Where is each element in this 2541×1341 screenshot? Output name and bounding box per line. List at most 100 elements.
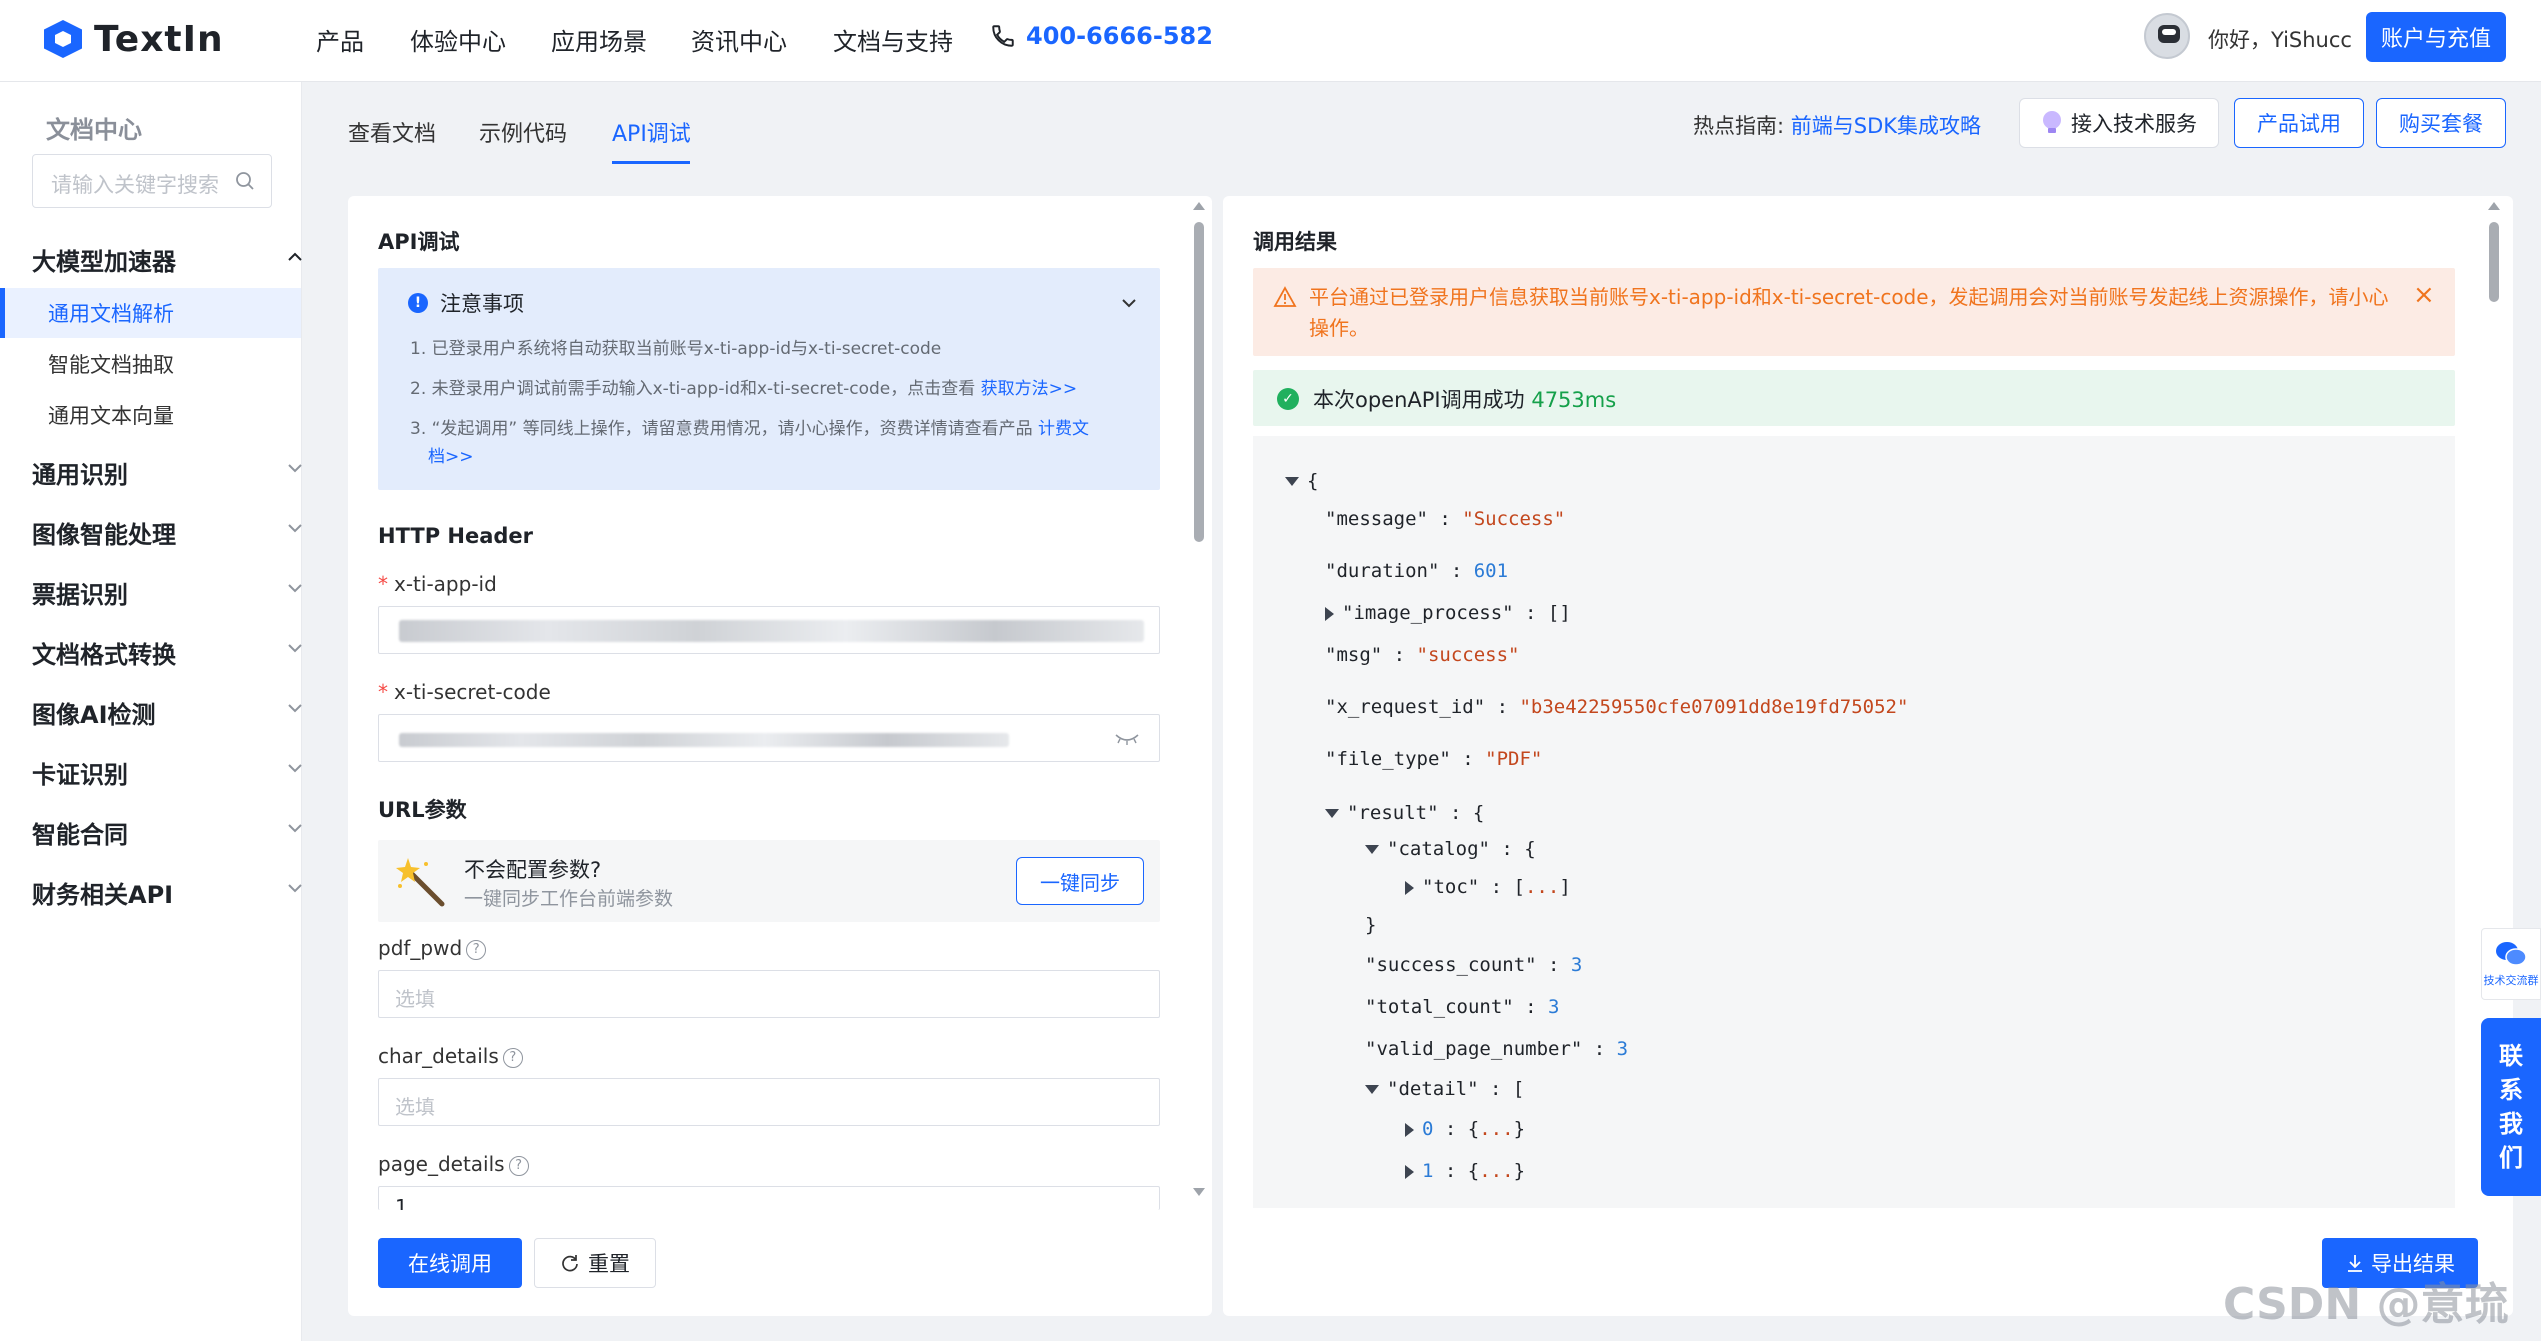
nav-experience[interactable]: 体验中心 bbox=[410, 22, 506, 57]
sidebar-group-label: 卡证识别 bbox=[32, 761, 128, 789]
sidebar-item-doc-extract[interactable]: 智能文档抽取 bbox=[48, 349, 174, 379]
check-circle-icon: ✓ bbox=[1277, 388, 1299, 410]
tech-chat-label: 技术交流群 bbox=[2483, 974, 2539, 987]
nav-scenarios[interactable]: 应用场景 bbox=[551, 22, 647, 57]
json-toc[interactable]: "toc" : [...] bbox=[1405, 876, 1571, 898]
logo[interactable]: TextIn bbox=[44, 14, 224, 64]
sidebar-item-text-vector[interactable]: 通用文本向量 bbox=[48, 400, 174, 430]
sidebar-group-label: 图像AI检测 bbox=[32, 701, 156, 729]
json-detail-1[interactable]: 1 : {...} bbox=[1405, 1160, 1525, 1182]
buy-plan-button[interactable]: 购买套餐 bbox=[2376, 98, 2506, 148]
search-input[interactable]: 请输入关键字搜索 bbox=[32, 154, 272, 208]
sidebar-group-general-ocr[interactable]: 通用识别 bbox=[32, 455, 302, 490]
page-details-field[interactable]: 1 bbox=[378, 1186, 1160, 1210]
sync-subtitle: 一键同步工作台前端参数 bbox=[464, 888, 674, 910]
billing-doc-link[interactable]: 计费文 bbox=[1038, 419, 1089, 439]
nav-product[interactable]: 产品 bbox=[316, 22, 364, 57]
notice-header[interactable]: ! 注意事项 bbox=[408, 288, 524, 318]
recharge-button[interactable]: 账户与充值 bbox=[2366, 12, 2506, 62]
app-id-label-text: x-ti-app-id bbox=[394, 572, 497, 596]
json-valid-page-number: "valid_page_number" : 3 bbox=[1365, 1038, 1629, 1060]
sidebar-group-label: 财务相关API bbox=[32, 881, 174, 909]
json-detail[interactable]: "detail" : [ bbox=[1365, 1078, 1524, 1100]
char-details-label-text: char_details bbox=[378, 1044, 499, 1068]
chevron-down-icon bbox=[288, 644, 302, 653]
contact-char: 们 bbox=[2499, 1144, 2523, 1172]
sidebar-item-general-doc-parse[interactable]: 通用文档解析 bbox=[48, 298, 174, 328]
app-id-field[interactable] bbox=[378, 606, 1160, 654]
close-icon[interactable]: × bbox=[2413, 280, 2435, 310]
billing-doc-link-cont[interactable]: 档>> bbox=[428, 447, 474, 467]
json-root-open[interactable]: { bbox=[1285, 470, 1318, 492]
warning-icon bbox=[1273, 286, 1297, 307]
sidebar-group-label: 票据识别 bbox=[32, 581, 128, 609]
page-details-label: page_details? bbox=[378, 1152, 529, 1176]
nav-news[interactable]: 资讯中心 bbox=[691, 22, 787, 57]
lightbulb-icon bbox=[2043, 111, 2061, 133]
hot-guide-link[interactable]: 前端与SDK集成攻略 bbox=[1791, 114, 1981, 138]
left-scrollbar[interactable] bbox=[1193, 200, 1205, 1200]
chevron-down-icon bbox=[288, 824, 302, 833]
json-value: [...] bbox=[1513, 876, 1571, 898]
chevron-down-icon[interactable] bbox=[1120, 296, 1138, 310]
sidebar-group-label: 智能合同 bbox=[32, 821, 128, 849]
sidebar-group-label: 大模型加速器 bbox=[32, 248, 176, 276]
scroll-thumb[interactable] bbox=[2489, 222, 2499, 302]
sync-params-box: 不会配置参数? 一键同步工作台前端参数 一键同步 bbox=[378, 840, 1160, 922]
phone-link[interactable]: 400-6666-582 bbox=[990, 22, 1213, 50]
eye-closed-icon[interactable] bbox=[1113, 731, 1141, 747]
scroll-thumb[interactable] bbox=[1194, 222, 1204, 542]
product-trial-button[interactable]: 产品试用 bbox=[2234, 98, 2364, 148]
collapse-icon bbox=[1365, 845, 1379, 854]
one-click-sync-button[interactable]: 一键同步 bbox=[1016, 857, 1144, 905]
scroll-up-icon[interactable] bbox=[1193, 202, 1205, 210]
sidebar-group-image-processing[interactable]: 图像智能处理 bbox=[32, 515, 302, 550]
sidebar-group-image-ai-detect[interactable]: 图像AI检测 bbox=[32, 695, 302, 730]
nav-docs[interactable]: 文档与支持 bbox=[833, 22, 953, 57]
secret-code-field[interactable] bbox=[378, 714, 1160, 762]
json-value: "success" bbox=[1416, 644, 1520, 666]
tab-view-docs[interactable]: 查看文档 bbox=[348, 116, 436, 148]
tech-chat-widget[interactable]: 技术交流群 bbox=[2481, 928, 2541, 1000]
success-message: 本次openAPI调用成功 4753ms bbox=[1313, 384, 1616, 414]
collapse-icon bbox=[1285, 477, 1299, 486]
json-value: "b3e42259550cfe07091dd8e19fd75052" bbox=[1519, 696, 1909, 718]
char-details-field[interactable]: 选填 bbox=[378, 1078, 1160, 1126]
avatar[interactable] bbox=[2144, 13, 2190, 59]
json-success-count: "success_count" : 3 bbox=[1365, 954, 1583, 976]
contact-us-widget[interactable]: 联 系 我 们 bbox=[2481, 1018, 2541, 1196]
help-icon[interactable]: ? bbox=[502, 1047, 523, 1068]
sidebar-group-card-ocr[interactable]: 卡证识别 bbox=[32, 755, 302, 790]
json-duration: "duration" : 601 bbox=[1325, 560, 1509, 582]
json-value: 3 bbox=[1548, 996, 1560, 1018]
warning-text: 平台通过已登录用户信息获取当前账号x-ti-app-id和x-ti-secret… bbox=[1309, 285, 2389, 340]
tab-api-debug[interactable]: API调试 bbox=[612, 116, 691, 148]
sidebar-group-llm-accelerator[interactable]: 大模型加速器 bbox=[32, 242, 302, 277]
sidebar-group-smart-contract[interactable]: 智能合同 bbox=[32, 815, 302, 850]
help-icon[interactable]: ? bbox=[508, 1155, 529, 1176]
tab-sample-code[interactable]: 示例代码 bbox=[479, 116, 567, 148]
page-details-value: 1 bbox=[395, 1195, 408, 1210]
sidebar-group-finance-api[interactable]: 财务相关API bbox=[32, 875, 302, 910]
json-result[interactable]: "result" : { bbox=[1325, 802, 1484, 824]
tech-support-button[interactable]: 接入技术服务 bbox=[2019, 98, 2219, 148]
contact-char: 联 bbox=[2499, 1042, 2523, 1070]
sidebar-group-format-convert[interactable]: 文档格式转换 bbox=[32, 635, 302, 670]
pdf-pwd-field[interactable]: 选填 bbox=[378, 970, 1160, 1018]
json-msg: "msg" : "success" bbox=[1325, 644, 1520, 666]
json-catalog[interactable]: "catalog" : { bbox=[1365, 838, 1536, 860]
json-value: 601 bbox=[1473, 560, 1509, 582]
get-method-link[interactable]: 获取方法>> bbox=[981, 379, 1078, 399]
notice-title: 注意事项 bbox=[440, 292, 524, 316]
char-details-label: char_details? bbox=[378, 1044, 523, 1068]
scroll-down-icon[interactable] bbox=[1193, 1188, 1205, 1196]
online-call-button[interactable]: 在线调用 bbox=[378, 1238, 522, 1288]
json-detail-0[interactable]: 0 : {...} bbox=[1405, 1118, 1525, 1140]
help-icon[interactable]: ? bbox=[466, 939, 487, 960]
json-value: "Success" bbox=[1462, 508, 1566, 530]
sidebar-group-receipt-ocr[interactable]: 票据识别 bbox=[32, 575, 302, 610]
json-image-process[interactable]: "image_process" : [] bbox=[1325, 602, 1571, 624]
search-icon[interactable] bbox=[235, 171, 255, 191]
scroll-up-icon[interactable] bbox=[2488, 202, 2500, 210]
reset-button[interactable]: 重置 bbox=[534, 1238, 656, 1288]
